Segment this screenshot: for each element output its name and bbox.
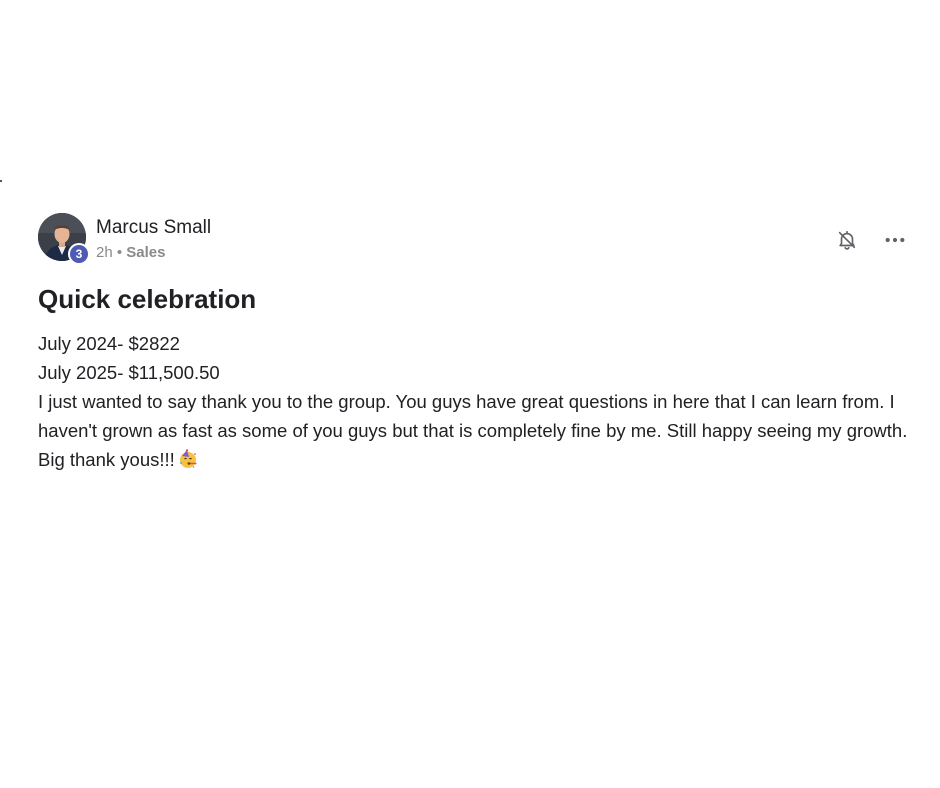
author-name[interactable]: Marcus Small — [96, 216, 211, 240]
author-avatar[interactable]: 3 — [38, 213, 90, 265]
body-paragraph-text: I just wanted to say thank you to the gr… — [38, 391, 908, 470]
post-actions — [834, 227, 908, 253]
post-card: 3 Marcus Small 2h • Sales Quick celebrat… — [38, 213, 908, 474]
meta-separator: • — [116, 244, 123, 261]
author-block: Marcus Small 2h • Sales — [96, 216, 211, 263]
body-paragraph: I just wanted to say thank you to the gr… — [38, 387, 908, 474]
stray-mark — [0, 180, 2, 182]
level-badge: 3 — [68, 243, 90, 265]
post-category[interactable]: Sales — [126, 244, 165, 261]
body-line-1: July 2024- $2822 — [38, 333, 180, 354]
post-header: 3 Marcus Small 2h • Sales — [38, 213, 908, 265]
post-time: 2h — [96, 244, 113, 261]
notification-toggle-button[interactable] — [834, 227, 860, 253]
more-horizontal-icon — [885, 237, 905, 243]
more-options-button[interactable] — [882, 227, 908, 253]
body-line-2: July 2025- $11,500.50 — [38, 362, 220, 383]
post-body: July 2024- $2822 July 2025- $11,500.50 I… — [38, 329, 908, 474]
bell-off-icon — [838, 230, 856, 250]
post-title: Quick celebration — [38, 284, 257, 314]
post-meta: 2h • Sales — [96, 243, 211, 263]
partying-face-emoji-icon — [178, 448, 198, 468]
